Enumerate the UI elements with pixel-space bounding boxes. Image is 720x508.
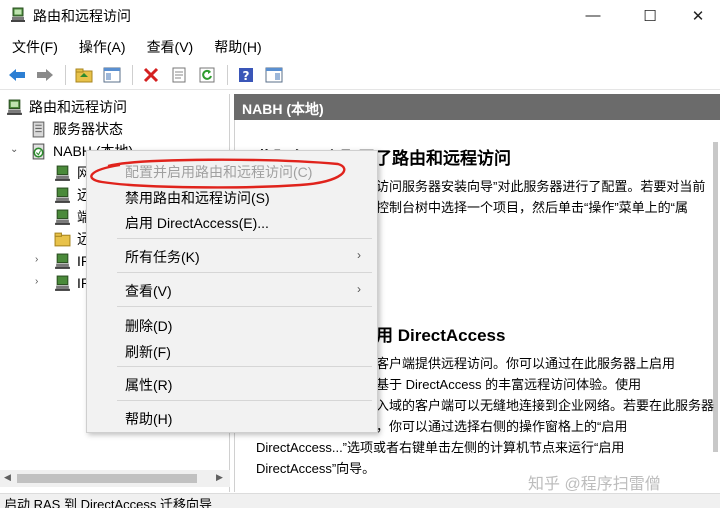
forward-arrow-icon[interactable] (33, 64, 57, 86)
ports-icon (55, 209, 70, 225)
menu-view[interactable]: 查看(V) (125, 281, 172, 301)
submenu-arrow-icon: › (357, 248, 361, 262)
menu-help[interactable]: 帮助(H) (202, 34, 270, 58)
chevron-right-icon[interactable]: › (35, 276, 38, 287)
toolbar-separator (227, 64, 228, 85)
delete-icon[interactable] (139, 64, 163, 86)
tree-child-6[interactable]: IP (54, 272, 90, 294)
scrollbar-thumb[interactable] (17, 474, 197, 483)
network-interface-icon (55, 165, 70, 181)
section2-line-1: 客户端提供远程访问。你可以通过在此服务器上启用 (376, 356, 676, 371)
menu-properties[interactable]: 属性(R) (125, 375, 172, 395)
chevron-down-icon[interactable]: ⌄ (10, 144, 18, 155)
details-header: NABH (本地) (234, 94, 720, 120)
refresh-icon[interactable] (195, 64, 219, 86)
section2-line-6: DirectAccess”向导。 (256, 461, 376, 476)
status-bar: 启动 RAS 到 DirectAccess 迁移向导 (0, 493, 720, 508)
maximize-button[interactable]: ☐ (627, 0, 673, 31)
server-status-icon (32, 121, 45, 137)
menu-bar: 文件(F) 操作(A) 查看(V) 帮助(H) (0, 34, 720, 58)
scroll-right-icon[interactable]: ▶ (216, 472, 223, 483)
server-icon (11, 7, 25, 22)
svg-text:?: ? (243, 69, 250, 83)
tree-root-label: 路由和远程访问 (29, 99, 127, 115)
section2-line-5: DirectAccess...”选项或者右键单击左侧的计算机节点来运行“启用 (256, 440, 625, 455)
tree-root[interactable]: 路由和远程访问 (6, 96, 127, 118)
menu-enable-directaccess[interactable]: 启用 DirectAccess(E)... (125, 213, 269, 233)
tree-server-status-label: 服务器状态 (53, 121, 123, 137)
properties-icon[interactable] (167, 64, 191, 86)
ipv6-icon (55, 275, 70, 291)
server-node-icon (32, 143, 45, 159)
section1-line-1: 访问服务器安装向导”对此服务器进行了配置。若要对当前 (376, 179, 706, 194)
toolbar: ? (0, 60, 720, 90)
close-button[interactable]: ✕ (675, 0, 720, 31)
minimize-button[interactable]: — (570, 0, 616, 31)
section2-heading: 用 DirectAccess (376, 326, 506, 345)
section2-line-3: 入域的客户端可以无缝地连接到企业网络。若要在此服务器 (376, 398, 715, 413)
remote-client-icon (55, 187, 70, 203)
menu-separator (117, 272, 372, 273)
menu-all-tasks[interactable]: 所有任务(K) (125, 247, 200, 267)
up-folder-icon[interactable] (72, 64, 96, 86)
scroll-left-icon[interactable]: ◀ (4, 472, 11, 483)
menu-refresh[interactable]: 刷新(F) (125, 342, 171, 362)
section1-line-2: 控制台树中选择一个项目，然后单击“操作”菜单上的“属 (376, 200, 688, 215)
menu-file[interactable]: 文件(F) (0, 34, 67, 58)
menu-separator (117, 238, 372, 239)
folder-icon (54, 232, 71, 246)
menu-delete[interactable]: 删除(D) (125, 316, 172, 336)
menu-separator (117, 306, 372, 307)
tree-server-status[interactable]: 服务器状态 (30, 118, 123, 140)
help-icon[interactable]: ? (234, 64, 258, 86)
submenu-arrow-icon: › (357, 282, 361, 296)
menu-separator (117, 366, 372, 367)
annotation-ellipse (90, 158, 346, 189)
action-pane-icon[interactable] (262, 64, 286, 86)
horizontal-scrollbar[interactable]: ◀ ▶ (0, 470, 230, 487)
toolbar-separator (132, 64, 133, 85)
tree-child-5[interactable]: IP (54, 250, 90, 272)
window-title: 路由和远程访问 (33, 8, 131, 24)
menu-view[interactable]: 查看(V) (135, 34, 203, 58)
context-menu: 配置并启用路由和远程访问(C) 禁用路由和远程访问(S) 启用 DirectAc… (86, 150, 378, 433)
chevron-right-icon[interactable]: › (35, 254, 38, 265)
ipv4-icon (55, 253, 70, 269)
back-arrow-icon[interactable] (5, 64, 29, 86)
console-tree-icon[interactable] (100, 64, 124, 86)
section2-line-2: 基于 DirectAccess 的丰富远程访问体验。使用 (376, 377, 642, 392)
menu-action[interactable]: 操作(A) (67, 34, 135, 58)
routing-icon (7, 99, 22, 115)
menu-help[interactable]: 帮助(H) (125, 409, 172, 429)
toolbar-separator (65, 64, 66, 85)
title-bar: 路由和远程访问 — ☐ ✕ (0, 0, 720, 31)
menu-disable-routing[interactable]: 禁用路由和远程访问(S) (125, 188, 270, 208)
vertical-scrollbar[interactable] (711, 122, 720, 492)
section2-line-4: ，你可以通过选择右侧的操作窗格上的“启用 (376, 419, 628, 434)
watermark: 知乎 @程序扫雷僧 (528, 476, 661, 493)
menu-separator (117, 400, 372, 401)
